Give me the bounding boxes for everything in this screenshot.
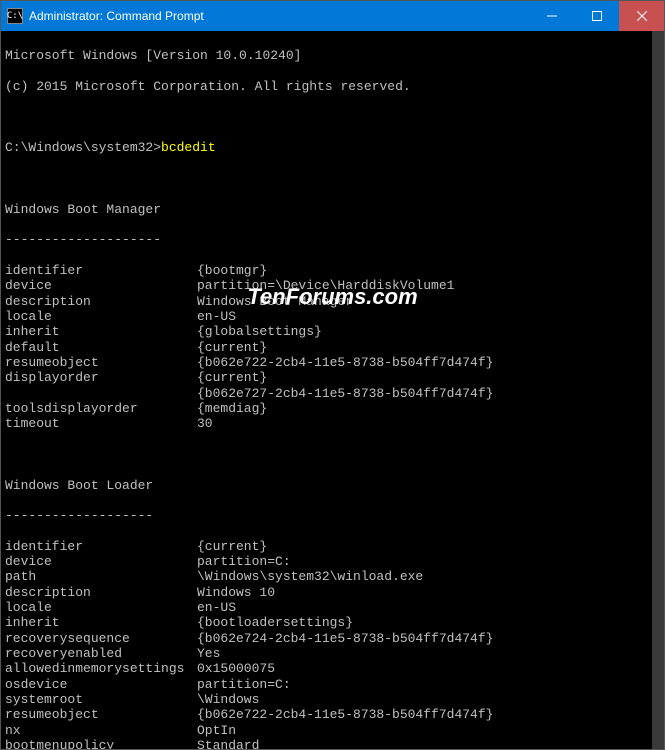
command-text: bcdedit <box>161 140 216 155</box>
property-row: descriptionWindows 10 <box>5 585 648 600</box>
property-row: recoverysequence{b062e724-2cb4-11e5-8738… <box>5 631 648 646</box>
property-row: path\Windows\system32\winload.exe <box>5 569 648 584</box>
app-icon: C:\ <box>7 8 23 24</box>
property-value: {current} <box>197 370 267 385</box>
banner-line: (c) 2015 Microsoft Corporation. All righ… <box>5 79 648 94</box>
property-key: systemroot <box>5 692 197 707</box>
property-value: Windows 10 <box>197 585 275 600</box>
property-row: localeen-US <box>5 309 648 324</box>
property-key: description <box>5 585 197 600</box>
property-row: inherit{bootloadersettings} <box>5 615 648 630</box>
property-row: identifier{current} <box>5 539 648 554</box>
property-value: \Windows\system32\winload.exe <box>197 569 423 584</box>
property-value: en-US <box>197 600 236 615</box>
property-value: OptIn <box>197 723 236 738</box>
property-key: identifier <box>5 539 197 554</box>
property-key: timeout <box>5 416 197 431</box>
property-value: {b062e722-2cb4-11e5-8738-b504ff7d474f} <box>197 355 493 370</box>
property-row: resumeobject{b062e722-2cb4-11e5-8738-b50… <box>5 355 648 370</box>
property-value: {memdiag} <box>197 401 267 416</box>
section-separator: -------------------- <box>5 232 648 247</box>
section-title: Windows Boot Loader <box>5 478 648 493</box>
property-value: 30 <box>197 416 213 431</box>
banner-line: Microsoft Windows [Version 10.0.10240] <box>5 48 648 63</box>
property-row: nxOptIn <box>5 723 648 738</box>
minimize-button[interactable] <box>529 1 574 31</box>
property-value: Standard <box>197 738 259 749</box>
property-row: devicepartition=\Device\HarddiskVolume1 <box>5 278 648 293</box>
property-row: inherit{globalsettings} <box>5 324 648 339</box>
property-row: localeen-US <box>5 600 648 615</box>
property-row: identifier{bootmgr} <box>5 263 648 278</box>
property-value: {current} <box>197 539 267 554</box>
property-key: locale <box>5 600 197 615</box>
property-value: {b062e722-2cb4-11e5-8738-b504ff7d474f} <box>197 707 493 722</box>
property-row: devicepartition=C: <box>5 554 648 569</box>
property-row: displayorder{current} <box>5 370 648 385</box>
property-row: osdevicepartition=C: <box>5 677 648 692</box>
property-key: toolsdisplayorder <box>5 401 197 416</box>
property-value: \Windows <box>197 692 259 707</box>
property-value: {bootmgr} <box>197 263 267 278</box>
property-value: {bootloadersettings} <box>197 615 353 630</box>
section-separator: ------------------- <box>5 508 648 523</box>
property-value: 0x15000075 <box>197 661 275 676</box>
property-value: Windows Boot Manager <box>197 294 353 309</box>
property-key: description <box>5 294 197 309</box>
terminal-output[interactable]: Microsoft Windows [Version 10.0.10240] (… <box>1 31 664 749</box>
property-row: descriptionWindows Boot Manager <box>5 294 648 309</box>
maximize-button[interactable] <box>574 1 619 31</box>
close-button[interactable] <box>619 1 664 31</box>
property-key: nx <box>5 723 197 738</box>
property-key: inherit <box>5 615 197 630</box>
property-key: recoverysequence <box>5 631 197 646</box>
property-key: allowedinmemorysettings <box>5 661 197 676</box>
property-key: resumeobject <box>5 707 197 722</box>
property-value: {current} <box>197 340 267 355</box>
property-row: {b062e727-2cb4-11e5-8738-b504ff7d474f} <box>5 386 648 401</box>
property-key: recoveryenabled <box>5 646 197 661</box>
property-row: recoveryenabledYes <box>5 646 648 661</box>
property-row: bootmenupolicyStandard <box>5 738 648 749</box>
property-key: locale <box>5 309 197 324</box>
property-value: Yes <box>197 646 220 661</box>
property-value: partition=C: <box>197 554 291 569</box>
property-key: displayorder <box>5 370 197 385</box>
property-row: toolsdisplayorder{memdiag} <box>5 401 648 416</box>
property-value: {b062e724-2cb4-11e5-8738-b504ff7d474f} <box>197 631 493 646</box>
prompt-line: C:\Windows\system32>bcdedit <box>5 140 648 155</box>
property-key: identifier <box>5 263 197 278</box>
property-row: allowedinmemorysettings0x15000075 <box>5 661 648 676</box>
property-row: default{current} <box>5 340 648 355</box>
property-value: partition=\Device\HarddiskVolume1 <box>197 278 454 293</box>
property-key: device <box>5 554 197 569</box>
property-key: device <box>5 278 197 293</box>
section-title: Windows Boot Manager <box>5 202 648 217</box>
property-key: path <box>5 569 197 584</box>
window-title: Administrator: Command Prompt <box>29 9 529 23</box>
property-row: systemroot\Windows <box>5 692 648 707</box>
titlebar[interactable]: C:\ Administrator: Command Prompt <box>1 1 664 31</box>
property-key: bootmenupolicy <box>5 738 197 749</box>
property-key: resumeobject <box>5 355 197 370</box>
property-value: en-US <box>197 309 236 324</box>
property-row: timeout30 <box>5 416 648 431</box>
property-key: default <box>5 340 197 355</box>
property-value: partition=C: <box>197 677 291 692</box>
property-key: osdevice <box>5 677 197 692</box>
property-value: {b062e727-2cb4-11e5-8738-b504ff7d474f} <box>197 386 493 401</box>
property-key: inherit <box>5 324 197 339</box>
property-key <box>5 386 197 401</box>
command-prompt-window: C:\ Administrator: Command Prompt Micros… <box>0 0 665 750</box>
property-row: resumeobject{b062e722-2cb4-11e5-8738-b50… <box>5 707 648 722</box>
property-value: {globalsettings} <box>197 324 322 339</box>
